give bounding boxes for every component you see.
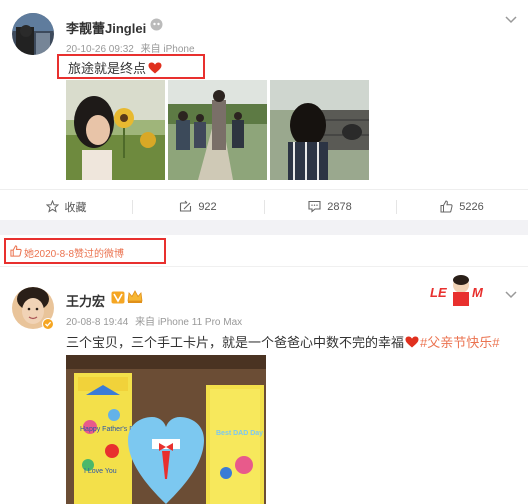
post-timestamp[interactable]: 20-08-8 19:44 [66, 317, 128, 328]
like-button[interactable]: 5226 [396, 190, 528, 223]
repost-icon [180, 200, 192, 212]
post-source: 来自 iPhone 11 Pro Max [135, 317, 243, 328]
highlight-box [57, 54, 205, 79]
verified-badge-icon [42, 317, 54, 330]
like-count: 5226 [459, 200, 484, 213]
thumbs-up-icon [440, 200, 453, 213]
chevron-down-icon[interactable] [504, 12, 518, 24]
post-image-3[interactable] [270, 80, 369, 180]
svg-text:LE: LE [430, 285, 447, 300]
action-bar: 收藏 922 2878 5226 [0, 189, 528, 223]
repost-button[interactable]: 922 [132, 190, 264, 223]
hashtag-link[interactable]: #父亲节快乐# [420, 335, 499, 350]
highlight-box [4, 238, 166, 264]
card-decoration: LE M [428, 271, 494, 307]
post-text: 三个宝贝，三个手工卡片，就是一个爸爸心中数不完的幸福 [66, 335, 405, 350]
star-icon [45, 200, 59, 213]
member-icon [111, 291, 125, 304]
post-card-1: 李靓蕾Jinglei 20-10-26 09:32 来自 iPhone 旅途就是… [0, 0, 528, 220]
comment-icon [308, 200, 321, 213]
liked-notice-bar: 她2020-8-8赞过的微博 [0, 235, 528, 267]
heart-icon [405, 336, 419, 351]
card-text-3: Best DAD Day [216, 430, 263, 437]
repost-count: 922 [198, 200, 217, 213]
post-image[interactable]: Happy Father's Day I Love You Best DAD D… [66, 355, 266, 504]
card-text-2: I Love You [84, 468, 117, 475]
comment-count: 2878 [327, 200, 352, 213]
author-name[interactable]: 李靓蕾Jinglei [66, 18, 146, 37]
favorite-button[interactable]: 收藏 [0, 190, 132, 223]
favorite-label: 收藏 [64, 201, 87, 214]
avatar[interactable] [12, 13, 54, 55]
comment-button[interactable]: 2878 [264, 190, 396, 223]
post-card-2: 王力宏 20-08-8 19:44 来自 iPhone 11 Pro Max L… [0, 267, 528, 504]
post-image-1[interactable] [66, 80, 165, 180]
author-name[interactable]: 王力宏 [66, 291, 105, 310]
post-image-2[interactable] [168, 80, 267, 180]
svg-text:M: M [472, 285, 484, 300]
chevron-down-icon[interactable] [504, 287, 518, 299]
member-icon [150, 18, 163, 31]
crown-icon [127, 290, 143, 304]
